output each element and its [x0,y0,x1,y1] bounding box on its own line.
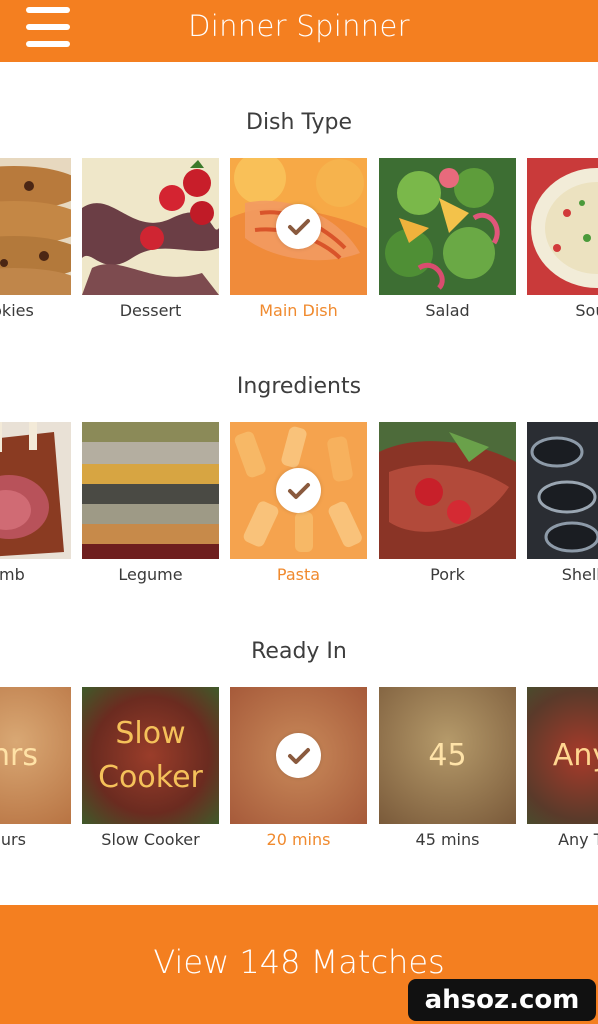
tile-label: Legume [118,565,183,584]
ready-in-any-time[interactable]: Any Any Time [527,687,598,855]
ready-in-slow-cooker[interactable]: Slow Cooker Slow Cooker [82,687,219,855]
hours-overlay-text: hrs [0,738,38,773]
section-title-ready-in: Ready In [251,639,347,664]
watermark-logo: ahsoz.com [408,979,596,1021]
slow-overlay-text: Slow [115,716,186,751]
dish-type-dessert[interactable]: Dessert [82,158,219,326]
45-overlay-text: 45 [428,738,467,773]
cooker-overlay-text: Cooker [98,760,203,795]
dessert-image [82,158,219,295]
ready-in-hours[interactable]: hrs Hours [0,687,71,855]
ready-in-45-mins[interactable]: 45 45 mins [379,687,516,855]
legume-image [82,422,219,559]
45-mins-image: 45 [379,687,516,824]
tile-label: Main Dish [259,301,338,320]
tile-label: Cookies [0,301,34,320]
dish-type-row[interactable]: Cookies Dessert [0,158,598,328]
selected-check-icon [276,733,321,778]
tile-label: Slow Cooker [101,830,200,849]
any-overlay-text: Any [552,738,598,773]
slow-cooker-image: Slow Cooker [82,687,219,824]
top-bar: Dinner Spinner [0,0,598,62]
cookies-image [0,158,71,295]
tile-label: 20 mins [266,830,331,849]
tile-label: Hours [0,830,26,849]
ingredient-lamb[interactable]: Lamb [0,422,71,590]
soup-image [527,158,598,295]
tile-label: Pasta [276,565,321,584]
shellfish-image [527,422,598,559]
ready-in-20-mins[interactable]: 20 mins [230,687,367,855]
selected-check-icon [276,204,321,249]
tile-label: Pork [430,565,465,584]
tile-label: Shellfish [561,565,598,584]
dish-type-cookies[interactable]: Cookies [0,158,71,326]
tile-label: 45 mins [415,830,480,849]
ingredient-legume[interactable]: Legume [82,422,219,590]
tile-label: Salad [425,301,470,320]
ingredient-shellfish[interactable]: Shellfish [527,422,598,590]
ingredient-pasta[interactable]: Pasta [230,422,367,590]
lamb-image [0,422,71,559]
salad-image [379,158,516,295]
tile-label: Dessert [119,301,182,320]
tile-label: Soup [575,301,598,320]
any-time-image: Any [527,687,598,824]
dish-type-soup[interactable]: Soup [527,158,598,326]
ingredient-pork[interactable]: Pork [379,422,516,590]
tile-label: Lamb [0,565,25,584]
dish-type-salad[interactable]: Salad [379,158,516,326]
ingredients-row[interactable]: Lamb Legume [0,422,598,592]
selected-check-icon [276,468,321,513]
hours-image: hrs [0,687,71,824]
app-title: Dinner Spinner [188,9,410,43]
ready-in-row[interactable]: hrs Hours Slow Cooker Slow Cooker 20 min… [0,687,598,857]
tile-label: Any Time [558,830,598,849]
section-title-ingredients: Ingredients [236,374,362,399]
section-title-dish-type: Dish Type [246,110,352,135]
view-matches-label: View 148 Matches [153,943,445,981]
dish-type-main-dish[interactable]: Main Dish [230,158,367,326]
pork-image [379,422,516,559]
